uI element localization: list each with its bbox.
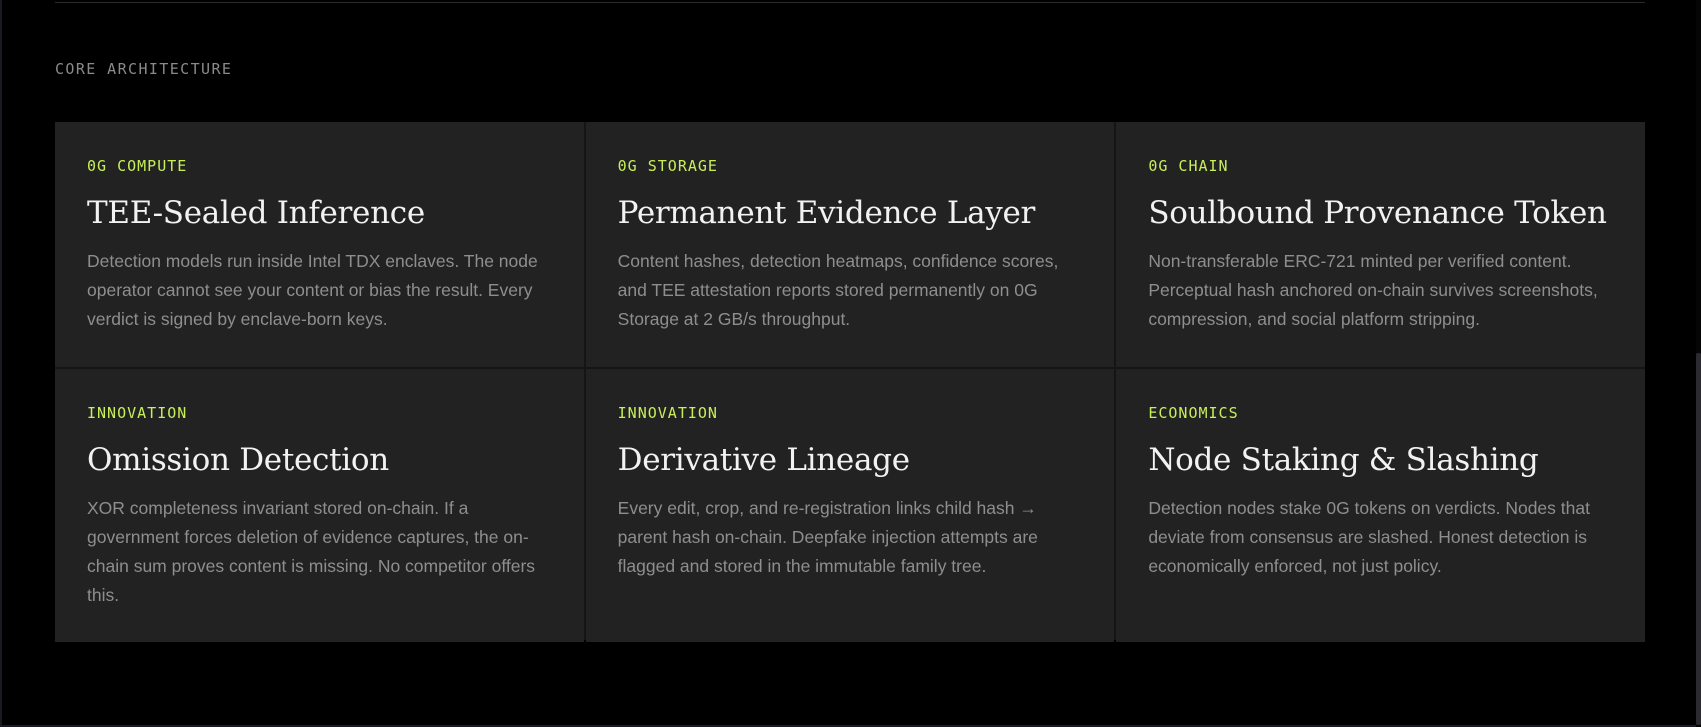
section-label: CORE ARCHITECTURE — [55, 60, 233, 78]
architecture-grid: 0G COMPUTE TEE-Sealed Inference Detectio… — [55, 122, 1645, 642]
card-derivative-lineage: INNOVATION Derivative Lineage Every edit… — [585, 369, 1115, 642]
card-0g-chain: 0G CHAIN Soulbound Provenance Token Non-… — [1116, 122, 1645, 367]
card-title: Permanent Evidence Layer — [617, 195, 1036, 231]
scrollbar-thumb[interactable] — [1696, 353, 1701, 725]
card-description: Non-transferable ERC-721 minted per veri… — [1148, 251, 1598, 329]
card-title: Omission Detection — [87, 442, 389, 478]
card-description: Content hashes, detection heatmaps, conf… — [617, 251, 1059, 329]
card-tag: INNOVATION — [87, 404, 188, 422]
card-0g-storage: 0G STORAGE Permanent Evidence Layer Cont… — [585, 122, 1115, 367]
card-tag: ECONOMICS — [1148, 404, 1239, 422]
card-omission-detection: INNOVATION Omission Detection XOR comple… — [55, 369, 584, 642]
card-tag: 0G STORAGE — [617, 157, 718, 175]
card-title: TEE-Sealed Inference — [87, 195, 425, 231]
section-divider — [55, 2, 1645, 3]
card-description: Detection nodes stake 0G tokens on verdi… — [1148, 498, 1590, 576]
scrollbar-track[interactable] — [1696, 0, 1701, 727]
card-title: Derivative Lineage — [617, 442, 910, 478]
card-description: Detection models run inside Intel TDX en… — [87, 251, 538, 329]
card-description: XOR completeness invariant stored on-cha… — [87, 498, 536, 605]
card-title: Node Staking & Slashing — [1148, 442, 1539, 478]
card-title: Soulbound Provenance Token — [1148, 195, 1607, 231]
card-node-staking: ECONOMICS Node Staking & Slashing Detect… — [1116, 369, 1645, 642]
card-tag: 0G CHAIN — [1148, 157, 1229, 175]
card-0g-compute: 0G COMPUTE TEE-Sealed Inference Detectio… — [55, 122, 584, 367]
card-tag: INNOVATION — [617, 404, 718, 422]
card-tag: 0G COMPUTE — [87, 157, 188, 175]
card-description: Every edit, crop, and re-registration li… — [617, 498, 1038, 576]
